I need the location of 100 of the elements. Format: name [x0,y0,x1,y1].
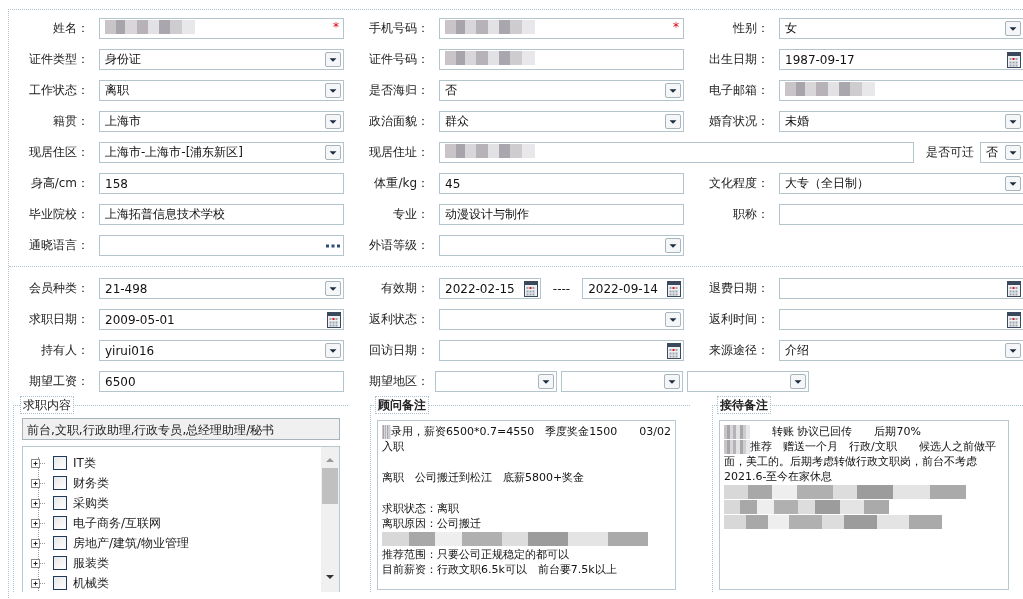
note-text: 2021.6-至今在家休息 [724,469,833,484]
dropdown-field[interactable]: 21-498 [99,278,344,299]
tree-item[interactable]: 机械类 [73,574,109,592]
calendar-icon[interactable] [1007,280,1021,297]
notes-textarea[interactable]: 转账 协议已回传 后期70% 推荐 赠送一个月 行政/文职 候选人之前做平 面，美工的。后期考虑转做行政文职岗，前台不考虑 2021.6-至今在家休息 [719,420,1009,590]
text-field[interactable]: 45 [439,173,684,194]
field-label: 政治面貌： [368,113,429,130]
date-field[interactable] [439,340,684,361]
note-text: 求职状态：离职 [382,501,459,516]
expand-icon[interactable] [31,538,47,548]
date-field[interactable] [779,278,1023,299]
dropdown-field[interactable]: 未婚 [779,111,1023,132]
expand-icon[interactable] [31,578,47,588]
field-label: 返利状态： [368,311,429,328]
field-label: 职称： [732,206,769,223]
field-label: 是否海归： [368,82,429,99]
text-field[interactable]: 动漫设计与制作 [439,204,684,225]
dropdown-field[interactable]: 否 [439,80,684,101]
checkbox[interactable] [53,476,67,490]
dropdown-field[interactable] [435,371,557,392]
checkbox[interactable] [53,576,67,590]
text-field[interactable]: 上海拓普信息技术学校 [99,204,344,225]
tree-item[interactable]: IT类 [73,454,96,472]
field-label: 返利时间： [708,311,769,328]
field-label: 手机号码： [368,20,429,37]
selection-field[interactable]: 前台,文职,行政助理,行政专员,总经理助理/秘书 [22,418,340,440]
checkbox[interactable] [53,456,67,470]
field-label: 会员种类： [28,280,89,297]
calendar-icon[interactable] [1007,311,1021,328]
field-label: 外语等级： [368,237,429,254]
field-label: 姓名： [52,20,89,37]
text-field[interactable] [439,142,914,163]
dropdown-field[interactable]: 介绍 [779,340,1023,361]
text-field[interactable] [779,80,1023,101]
dropdown-field[interactable]: 女 [779,18,1023,39]
dropdown-field[interactable] [687,371,809,392]
checkbox[interactable] [53,556,67,570]
dropdown-field[interactable] [439,309,684,330]
tree-item[interactable]: 房地产/建筑/物业管理 [73,534,190,552]
field-label: 期望工资： [28,373,89,390]
field-label: 证件号码： [368,51,429,68]
dropdown-field[interactable] [439,235,684,256]
tree-item[interactable]: 采购类 [73,494,109,512]
field-label: 现居住址： [368,144,429,161]
date-field[interactable]: 2009-05-01 [99,309,344,330]
dropdown-field[interactable]: 群众 [439,111,684,132]
expand-icon[interactable] [31,458,47,468]
text-field[interactable]: * [99,18,344,39]
text-field[interactable] [439,49,684,70]
checkbox[interactable] [53,536,67,550]
expand-icon[interactable] [31,498,47,508]
dropdown-field[interactable]: 身份证 [99,49,344,70]
field-label: 期望地区： [368,373,429,390]
field-label: 退费日期： [708,280,769,297]
expand-icon[interactable] [31,478,47,488]
note-text: 目前薪资：行政文职6.5k可以 前台要7.5k以上 [382,562,617,577]
calendar-icon[interactable] [667,280,681,297]
date-field[interactable] [779,309,1023,330]
dropdown-field[interactable]: 否 [980,142,1023,163]
field-label: 婚育状况： [708,113,769,130]
calendar-icon[interactable] [523,280,538,297]
date-field[interactable]: 2022-09-14 [582,278,684,299]
text-field[interactable] [779,204,1023,225]
field-label: 通晓语言： [28,237,89,254]
field-label: 证件类型： [28,51,89,68]
note-text: 录用，薪资6500*0.7=4550 季度奖金1500 03/02 [391,424,671,439]
date-field[interactable]: 1987-09-17 [779,49,1023,70]
notes-textarea[interactable]: 录用，薪资6500*0.7=4550 季度奖金1500 03/02 入职 离职 公司搬迁到松江 底薪5800+奖金 求职状态：离职 离职原因：公司搬迁 推荐范围：只要公司正规稳定的都可以 目前薪资：行政文职6.5k可以 前台要7.5k以上 [377,420,676,590]
calendar-icon[interactable] [1007,51,1021,68]
text-field[interactable]: 158 [99,173,344,194]
tree-item[interactable]: 电子商务/互联网 [73,514,162,532]
group-title: 求职内容 [20,397,74,414]
note-text: 离职 公司搬迁到松江 底薪5800+奖金 [382,470,585,485]
dropdown-field[interactable] [561,371,683,392]
field-label: 性别： [732,20,769,37]
dropdown-field[interactable]: 大专（全日制） [779,173,1023,194]
tree-item[interactable]: 服装类 [73,554,109,572]
calendar-icon[interactable] [667,342,681,359]
dropdown-field[interactable]: 上海市-上海市-[浦东新区] [99,142,344,163]
expand-icon[interactable] [31,518,47,528]
ellipsis-icon[interactable] [325,243,341,248]
checkbox[interactable] [53,496,67,510]
date-field[interactable]: 2022-02-15 [439,278,541,299]
group-title: 顾问备注 [375,397,429,414]
expand-icon[interactable] [31,558,47,568]
field-label: 电子邮箱： [708,82,769,99]
text-field[interactable]: * [439,18,684,39]
tree-item[interactable]: 财务类 [73,474,109,492]
field-label: 毕业院校： [28,206,89,223]
checkbox[interactable] [53,516,67,530]
lookup-field[interactable] [99,235,344,256]
calendar-icon[interactable] [327,311,341,328]
text-field[interactable]: 6500 [99,371,344,392]
field-label: 是否可迁 [926,144,974,161]
field-label: 持有人： [40,342,89,359]
dropdown-field[interactable]: yirui016 [99,340,344,361]
dropdown-field[interactable]: 离职 [99,80,344,101]
note-text: 推荐范围：只要公司正规稳定的都可以 [382,547,569,562]
dropdown-field[interactable]: 上海市 [99,111,344,132]
field-label: 求职日期： [28,311,89,328]
